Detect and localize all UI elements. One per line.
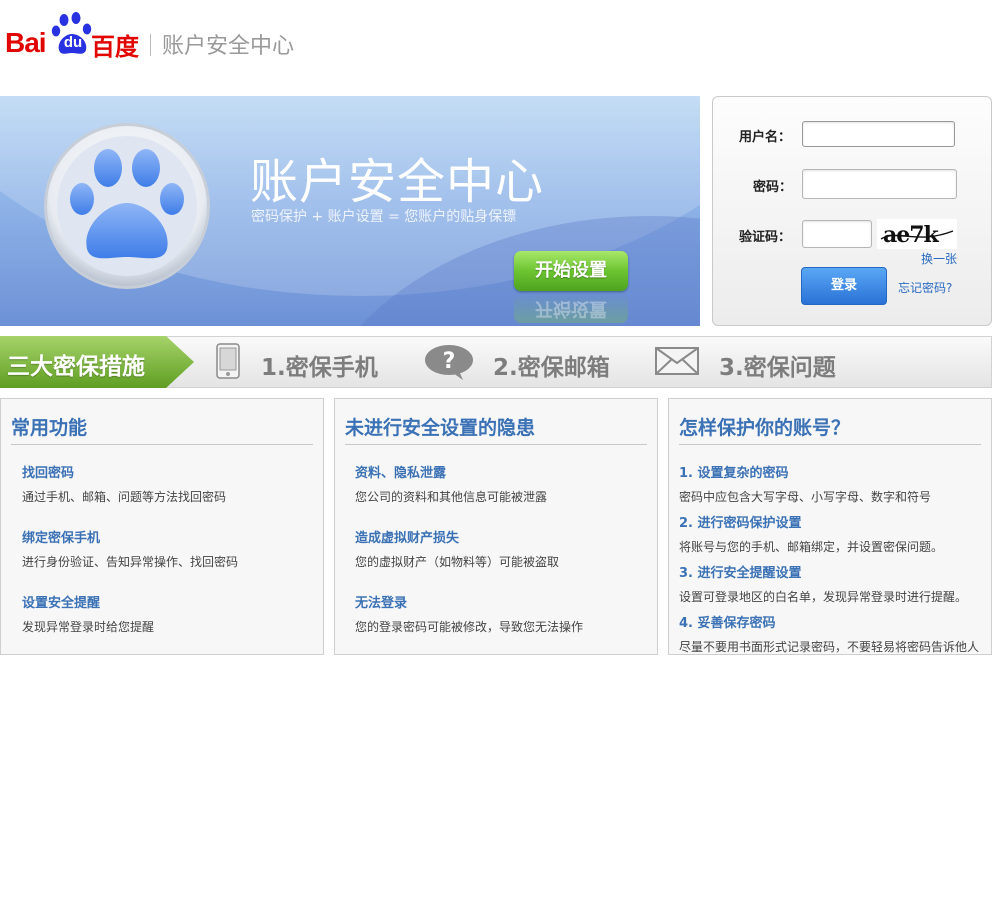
panel-title: 怎样保护你的账号？ bbox=[679, 417, 851, 439]
tip-title: 3. 进行安全提醒设置 bbox=[679, 566, 802, 581]
start-button-reflection: 开始设置 bbox=[514, 293, 628, 323]
captcha-input[interactable] bbox=[802, 220, 872, 248]
link-security-alert[interactable]: 设置安全提醒 bbox=[22, 592, 100, 611]
tip-description: 密码中应包含大写字母、小写字母、数字和符号 bbox=[679, 490, 932, 504]
panel-title: 常用功能 bbox=[11, 417, 88, 439]
tip-description: 设置可登录地区的白名单，发现异常登录时进行提醒。 bbox=[679, 590, 968, 604]
link-recover-password[interactable]: 找回密码 bbox=[22, 462, 74, 481]
logo-bai-text: Bai bbox=[5, 27, 47, 58]
password-input[interactable] bbox=[802, 169, 957, 199]
logo-du-text: du bbox=[63, 34, 83, 51]
captcha-image[interactable]: ae7k bbox=[877, 219, 957, 249]
panel-divider bbox=[679, 444, 981, 445]
forgot-password-link[interactable]: 忘记密码? bbox=[898, 279, 952, 296]
panel-title: 未进行安全设置的隐患 bbox=[345, 417, 536, 439]
common-functions-panel: 常用功能 找回密码 通过手机、邮箱、问题等方法找回密码 绑定密保手机 进行身份验… bbox=[0, 398, 324, 655]
svg-text:?: ? bbox=[443, 349, 456, 374]
link-property-loss[interactable]: 造成虚拟财产损失 bbox=[355, 527, 459, 546]
measure-label-email: 2.密保邮箱 bbox=[493, 355, 610, 381]
security-measures-bar: 三大密保措施 1.密保手机 ? 2.密保邮箱 3.密保问题 bbox=[0, 336, 992, 388]
account-protection-panel: 怎样保护你的账号？ 1. 设置复杂的密码 密码中应包含大写字母、小写字母、数字和… bbox=[668, 398, 992, 655]
site-title: 账户安全中心 bbox=[162, 34, 295, 59]
tip-title: 1. 设置复杂的密码 bbox=[679, 466, 789, 481]
link-privacy-leak[interactable]: 资料、隐私泄露 bbox=[355, 462, 446, 481]
logo-chinese-text: 百度 bbox=[91, 33, 139, 61]
banner-subtitle: 密码保护 + 账户设置 = 您账户的贴身保镖 bbox=[251, 209, 517, 225]
username-label: 用户名： bbox=[739, 130, 792, 145]
tip-title: 4. 妥善保存密码 bbox=[679, 616, 776, 631]
item-description: 发现异常登录时给您提醒 bbox=[22, 620, 155, 634]
tip-description: 将账号与您的手机、邮箱绑定，并设置密保问题。 bbox=[679, 540, 944, 554]
item-description: 通过手机、邮箱、问题等方法找回密码 bbox=[22, 490, 227, 504]
security-risks-panel: 未进行安全设置的隐患 资料、隐私泄露 您公司的资料和其他信息可能被泄露 造成虚拟… bbox=[334, 398, 658, 655]
panel-divider bbox=[11, 444, 313, 445]
measures-tag-label: 三大密保措施 bbox=[7, 354, 145, 380]
tip-title: 2. 进行密码保护设置 bbox=[679, 516, 802, 531]
panel-divider bbox=[345, 444, 647, 445]
login-panel: 用户名： 密码： 验证码： ae7k 换一张 登录 忘记密码? bbox=[712, 96, 992, 326]
measure-label-phone: 1.密保手机 bbox=[261, 355, 378, 381]
header: Bai du 百度 账户安全中心 bbox=[0, 0, 992, 96]
item-description: 您公司的资料和其他信息可能被泄露 bbox=[355, 490, 548, 504]
login-button[interactable]: 登录 bbox=[801, 267, 887, 305]
phone-icon bbox=[216, 343, 240, 379]
question-bubble-icon: ? bbox=[425, 345, 473, 380]
envelope-icon bbox=[655, 347, 699, 375]
password-label: 密码： bbox=[753, 180, 793, 195]
start-setup-button[interactable]: 开始设置 bbox=[514, 251, 628, 291]
link-cannot-login[interactable]: 无法登录 bbox=[355, 592, 407, 611]
item-description: 进行身份验证、告知异常操作、找回密码 bbox=[22, 555, 239, 569]
username-input[interactable] bbox=[802, 121, 955, 147]
refresh-captcha-link[interactable]: 换一张 bbox=[921, 250, 957, 267]
banner-title: 账户安全中心 bbox=[250, 154, 545, 210]
tip-description: 尽量不要用书面形式记录密码，不要轻易将密码告诉他人 bbox=[679, 640, 980, 654]
hero-banner: 账户安全中心 密码保护 + 账户设置 = 您账户的贴身保镖 开始设置 开始设置 bbox=[0, 96, 700, 326]
measure-label-question: 3.密保问题 bbox=[719, 355, 836, 381]
item-description: 您的登录密码可能被修改，导致您无法操作 bbox=[355, 620, 584, 634]
item-description: 您的虚拟财产（如物料等）可能被盗取 bbox=[355, 555, 560, 569]
paw-badge-icon bbox=[44, 123, 210, 289]
link-bind-phone[interactable]: 绑定密保手机 bbox=[22, 527, 100, 546]
captcha-label: 验证码： bbox=[739, 230, 792, 245]
header-divider bbox=[150, 34, 151, 56]
